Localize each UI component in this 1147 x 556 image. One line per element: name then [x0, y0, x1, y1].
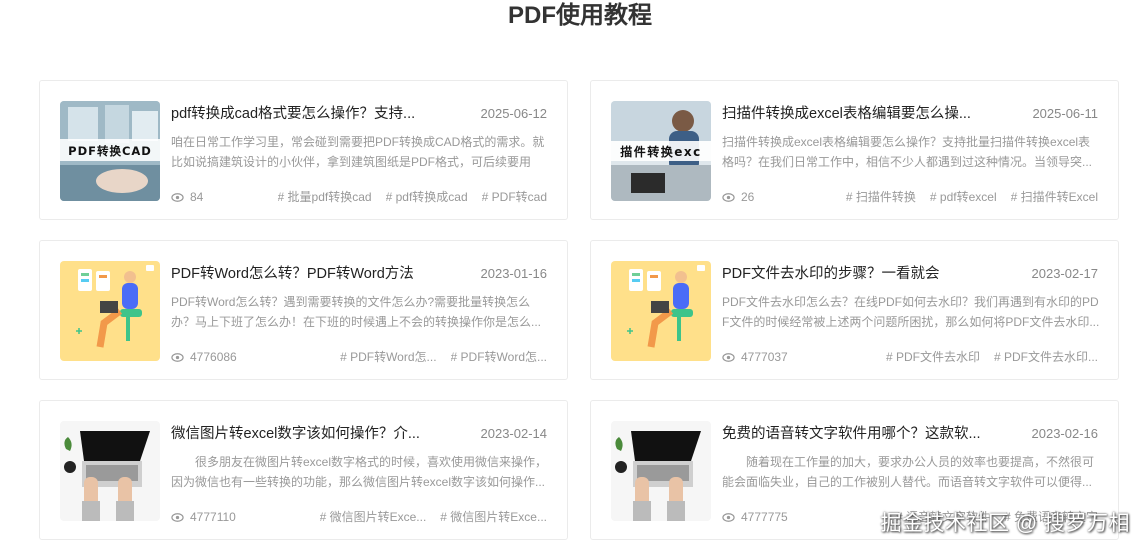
tag[interactable]: # 微信图片转Exce... — [320, 509, 427, 525]
thumbnail-caption: 描件转换exc — [620, 144, 702, 159]
tag-list: # 扫描件转换 # pdf转excel # 扫描件转Excel — [846, 189, 1098, 205]
tag[interactable]: # 扫描件转Excel — [1011, 189, 1098, 205]
article-date: 2025-06-12 — [480, 106, 548, 121]
view-count-value: 4777110 — [190, 510, 236, 524]
tag[interactable]: # PDF转Word怎... — [340, 349, 436, 365]
hands-laptop-thumbnail[interactable] — [60, 421, 160, 521]
view-count-value: 4776086 — [190, 350, 237, 364]
article-title[interactable]: 扫描件转换成excel表格编辑要怎么操... — [722, 105, 982, 123]
eye-icon — [171, 352, 184, 362]
tag-list: # PDF转Word怎... # PDF转Word怎... — [340, 349, 547, 365]
article-summary: 咱在日常工作学习里，常会碰到需要把PDF转换成CAD格式的需求。就比如说搞建筑设… — [171, 135, 545, 169]
cad-conversion-thumbnail[interactable]: PDF转换CAD — [60, 101, 160, 201]
eye-icon — [171, 512, 184, 522]
article-meta: 84 # 批量pdf转换cad # pdf转换成cad # PDF转cad — [171, 189, 547, 205]
article-summary: PDF文件去水印怎么去？在线PDF如何去水印？我们再遇到有水印的PDF文件的时候… — [722, 295, 1100, 329]
tag[interactable]: # PDF转Word怎... — [451, 349, 547, 365]
person-laptop-illustration[interactable] — [60, 261, 160, 361]
tag[interactable]: # PDF转cad — [482, 189, 547, 205]
view-count: 26 — [722, 189, 754, 205]
scan-to-excel-thumbnail[interactable]: 描件转换exc — [611, 101, 711, 201]
article-date: 2025-06-11 — [1032, 106, 1098, 121]
tag[interactable]: # PDF文件去水印... — [994, 349, 1098, 365]
tag-list: # 微信图片转Exce... # 微信图片转Exce... — [320, 509, 547, 525]
article-title[interactable]: 免费的语音转文字软件用哪个？这款软... — [722, 425, 982, 443]
article-summary: 扫描件转换成excel表格编辑要怎么操作？支持批量扫描件转换excel表格吗？在… — [722, 135, 1093, 169]
thumbnail-caption: PDF转换CAD — [68, 144, 152, 158]
article-title[interactable]: PDF转Word怎么转？PDF转Word方法 — [171, 265, 431, 283]
article-summary: PDF转Word怎么转？遇到需要转换的文件怎么办?需要批量转换怎么办？马上下班了… — [171, 295, 542, 329]
view-count: 4777775 — [722, 509, 788, 525]
tag[interactable]: # pdf转excel — [930, 189, 997, 205]
tag[interactable]: # PDF文件去水印 — [886, 349, 980, 365]
view-count-value: 84 — [190, 190, 204, 204]
page-title: PDF使用教程 — [508, 2, 652, 29]
view-count-value: 4777775 — [741, 510, 788, 524]
article-date: 2023-02-16 — [1031, 426, 1099, 441]
eye-icon — [722, 192, 735, 202]
tag-list: # PDF文件去水印 # PDF文件去水印... — [886, 349, 1098, 365]
tag-list: # 批量pdf转换cad # pdf转换成cad # PDF转cad — [278, 189, 547, 205]
tag[interactable]: # 批量pdf转换cad — [278, 189, 372, 205]
view-count: 4777037 — [722, 349, 788, 365]
view-count-value: 26 — [741, 190, 755, 204]
eye-icon — [722, 352, 735, 362]
tag[interactable]: # pdf转换成cad — [386, 189, 468, 205]
article-meta: 4777110 # 微信图片转Exce... # 微信图片转Exce... — [171, 509, 547, 525]
article-card[interactable]: 微信图片转excel数字该如何操作？介... 2023-02-14 很多朋友在微… — [39, 400, 568, 540]
eye-icon — [171, 192, 184, 202]
article-card[interactable]: PDF转Word怎么转？PDF转Word方法 2023-01-16 PDF转Wo… — [39, 240, 568, 380]
view-count: 4777110 — [171, 509, 236, 525]
article-card[interactable]: PDF转换CAD pdf转换成cad格式要怎么操作？支持... 2025-06-… — [39, 80, 568, 220]
article-title[interactable]: PDF文件去水印的步骤？一看就会 — [722, 265, 982, 283]
tag[interactable]: # 扫描件转换 — [846, 189, 916, 205]
article-meta: 4777037 # PDF文件去水印 # PDF文件去水印... — [722, 349, 1098, 365]
article-title[interactable]: 微信图片转excel数字该如何操作？介... — [171, 425, 431, 443]
article-date: 2023-02-17 — [1031, 266, 1099, 281]
article-meta: 4776086 # PDF转Word怎... # PDF转Word怎... — [171, 349, 547, 365]
view-count-value: 4777037 — [741, 350, 788, 364]
view-count: 4776086 — [171, 349, 237, 365]
article-summary: 很多朋友在微图片转excel数字格式的时候，喜欢使用微信来操作，因为微信也有一些… — [171, 455, 548, 489]
eye-icon — [722, 512, 735, 522]
hands-laptop-thumbnail[interactable] — [611, 421, 711, 521]
article-card[interactable]: 描件转换exc 扫描件转换成excel表格编辑要怎么操... 2025-06-1… — [590, 80, 1119, 220]
article-meta: 26 # 扫描件转换 # pdf转excel # 扫描件转Excel — [722, 189, 1098, 205]
article-title[interactable]: pdf转换成cad格式要怎么操作？支持... — [171, 105, 431, 123]
article-date: 2023-02-14 — [480, 426, 548, 441]
tag[interactable]: # 微信图片转Exce... — [440, 509, 547, 525]
article-date: 2023-01-16 — [480, 266, 548, 281]
article-card[interactable]: PDF文件去水印的步骤？一看就会 2023-02-17 PDF文件去水印怎么去？… — [590, 240, 1119, 380]
view-count: 84 — [171, 189, 203, 205]
article-summary: 随着现在工作量的加大，要求办公人员的效率也要提高，不然很可能会面临失业，自己的工… — [722, 455, 1095, 489]
person-laptop-illustration[interactable] — [611, 261, 711, 361]
watermark: 掘金技术社区 @ 搜罗万相 — [880, 512, 1130, 535]
